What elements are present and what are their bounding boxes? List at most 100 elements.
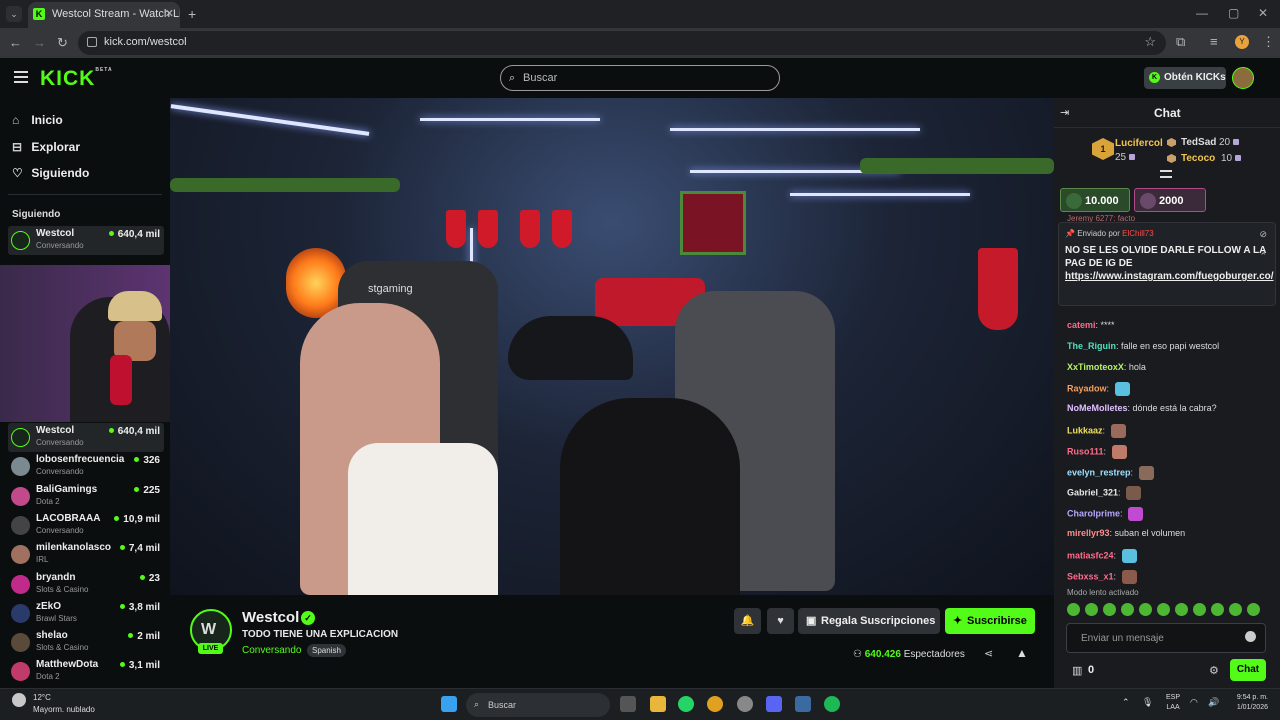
chat-username[interactable]: Gabriel_321 — [1067, 488, 1118, 498]
chat-message-input[interactable]: Enviar un mensaje — [1066, 623, 1266, 653]
chat-username[interactable]: Lukkaaz — [1067, 425, 1103, 435]
video-player[interactable]: stgaming — [170, 98, 1054, 595]
chat-username[interactable]: NoMeMolletes — [1067, 403, 1128, 413]
sidebar-channel-westcol-rec[interactable]: Westcol Conversando 640,4 mil — [8, 423, 164, 452]
chat-username[interactable]: matiasfc24 — [1067, 550, 1114, 560]
extensions-icon[interactable]: ⧉ — [1176, 34, 1185, 50]
volume-icon[interactable]: 🔊 — [1208, 697, 1219, 708]
tab-close-icon[interactable]: ✕ — [165, 7, 174, 20]
clock[interactable]: 9:54 p. m. 1/01/2026 — [1228, 693, 1268, 713]
url-field[interactable]: kick.com/westcol ☆ — [78, 31, 1166, 55]
media-controls-icon[interactable]: ≡ — [1210, 34, 1218, 49]
chat-username[interactable]: Charolprime — [1067, 509, 1120, 519]
get-kicks-button[interactable]: K Obtén KICKs — [1144, 67, 1226, 89]
profile-avatar[interactable]: Y — [1235, 35, 1249, 49]
chat-username[interactable]: Rayadow — [1067, 384, 1107, 394]
subscribe-button[interactable]: ✦ Suscribirse — [945, 608, 1035, 634]
bookmark-star-icon[interactable]: ☆ — [1144, 34, 1156, 50]
new-tab-icon[interactable]: + — [188, 6, 196, 22]
notification-bell-button[interactable]: 🔔 — [734, 608, 761, 634]
nav-following[interactable]: ♡ Siguiendo — [12, 166, 89, 180]
app-icon[interactable] — [737, 696, 753, 712]
sidebar-channel[interactable]: LACOBRAAA Conversando 10,9 mil — [8, 511, 164, 540]
sidebar-channel[interactable]: shelao Slots & Casino 2 mil — [8, 628, 164, 657]
collapse-chat-icon[interactable]: ⇥ — [1060, 106, 1069, 119]
sidebar-channel[interactable]: BaliGamings Dota 2 225 — [8, 482, 164, 511]
browser-tab[interactable]: K Westcol Stream - Watch Li... ✕ — [28, 2, 180, 28]
discord-icon[interactable] — [766, 696, 782, 712]
sidebar-channel[interactable]: bryandn Slots & Casino 23 — [8, 570, 164, 599]
app-icon[interactable] — [795, 696, 811, 712]
site-info-icon[interactable] — [87, 37, 97, 47]
search-input[interactable]: ⌕ Buscar — [500, 65, 780, 91]
leaderboard-toggle-icon[interactable] — [1160, 170, 1172, 178]
emote-icon[interactable] — [1247, 603, 1260, 616]
emote-icon[interactable] — [1157, 603, 1170, 616]
start-icon[interactable] — [441, 696, 457, 712]
tray-overflow-icon[interactable]: ⌃ — [1122, 697, 1130, 708]
emote-icon[interactable] — [1139, 603, 1152, 616]
kicks-wallet-icon[interactable]: ▥ — [1072, 664, 1082, 677]
chat-username[interactable]: evelyn_restrep — [1067, 467, 1131, 477]
spotify-icon[interactable] — [824, 696, 840, 712]
close-window-icon[interactable]: ✕ — [1258, 6, 1268, 20]
emoji-picker-icon[interactable] — [1245, 631, 1256, 642]
chat-username[interactable]: Sebxss_x1 — [1067, 571, 1114, 581]
follow-heart-button[interactable]: ♥ — [767, 608, 794, 634]
emote-icon[interactable] — [1121, 603, 1134, 616]
whatsapp-icon[interactable] — [678, 696, 694, 712]
chat-username[interactable]: Ruso111 — [1067, 446, 1104, 456]
report-icon[interactable]: ▲ — [1016, 646, 1028, 660]
sidebar-channel[interactable]: MatthewDota Dota 2 3,1 mil — [8, 657, 164, 686]
chat-username[interactable]: mirellyr93 — [1067, 528, 1110, 538]
weather-icon[interactable] — [12, 693, 26, 707]
forward-icon[interactable]: → — [33, 35, 46, 50]
microphone-icon[interactable]: 🎙 — [1142, 697, 1153, 708]
task-view-icon[interactable] — [620, 696, 636, 712]
tab-search-icon[interactable]: ⌄ — [6, 6, 22, 22]
emote-icon[interactable] — [1103, 603, 1116, 616]
collapse-pin-icon[interactable]: ⌃ — [1259, 251, 1267, 262]
browser-menu-icon[interactable]: ⋮ — [1262, 34, 1275, 50]
send-chat-button[interactable]: Chat — [1230, 659, 1266, 681]
chat-username[interactable]: The_Riguin — [1067, 341, 1116, 351]
language-tag[interactable]: Spanish — [307, 644, 346, 657]
chat-username[interactable]: XxTimoteoxX — [1067, 362, 1124, 372]
emote-icon[interactable] — [1229, 603, 1242, 616]
chat-username[interactable]: catemi — [1067, 320, 1096, 330]
sidebar-channel[interactable]: zEkO Brawl Stars 3,8 mil — [8, 599, 164, 628]
nav-home[interactable]: ⌂ Inicio — [12, 113, 63, 127]
gifter-name[interactable]: TedSad — [1181, 137, 1216, 148]
sidebar-channel-westcol[interactable]: Westcol Conversando 640,4 mil — [8, 226, 164, 255]
stream-category[interactable]: Conversando — [242, 645, 301, 656]
pinned-link[interactable]: https://www.instagram.com/fuegoburger.co… — [1065, 270, 1274, 283]
sidebar-channel[interactable]: lobosenfrecuencia Conversando 326 — [8, 452, 164, 481]
sidebar-channel[interactable]: milenkanolasco IRL 7,4 mil — [8, 540, 164, 569]
chrome-icon[interactable] — [707, 696, 723, 712]
share-icon[interactable]: ⋖ — [984, 647, 993, 660]
back-icon[interactable]: ← — [9, 35, 22, 50]
emote-icon[interactable] — [1067, 603, 1080, 616]
file-explorer-icon[interactable] — [650, 696, 666, 712]
nav-explore[interactable]: ⊟ Explorar — [12, 140, 80, 154]
wifi-icon[interactable]: ◠ — [1190, 697, 1198, 708]
user-avatar[interactable] — [1232, 67, 1254, 89]
kick-logo[interactable]: KICKBETA — [40, 67, 113, 91]
emote-icon[interactable] — [1085, 603, 1098, 616]
channel-name[interactable]: Westcol — [242, 609, 299, 626]
top-gifter-name[interactable]: Lucifercol — [1115, 138, 1163, 149]
gifter-name[interactable]: Tecoco — [1181, 153, 1215, 164]
minimize-icon[interactable]: — — [1196, 6, 1208, 20]
menu-icon[interactable] — [14, 71, 28, 83]
kicks-gift-box[interactable]: 10.000 — [1060, 188, 1130, 212]
emote-icon[interactable] — [1193, 603, 1206, 616]
emote-icon[interactable] — [1175, 603, 1188, 616]
reload-icon[interactable]: ↻ — [57, 35, 68, 51]
maximize-icon[interactable]: ▢ — [1228, 6, 1239, 20]
taskbar-search[interactable]: ⌕ Buscar — [466, 693, 610, 717]
language-indicator[interactable]: ESP LAA — [1166, 693, 1180, 713]
chat-settings-icon[interactable]: ⚙ — [1209, 664, 1219, 677]
gift-subs-button[interactable]: ▣ Regala Suscripciones — [798, 608, 940, 634]
kicks-gift-box[interactable]: 2000 — [1134, 188, 1206, 212]
emote-icon[interactable] — [1211, 603, 1224, 616]
